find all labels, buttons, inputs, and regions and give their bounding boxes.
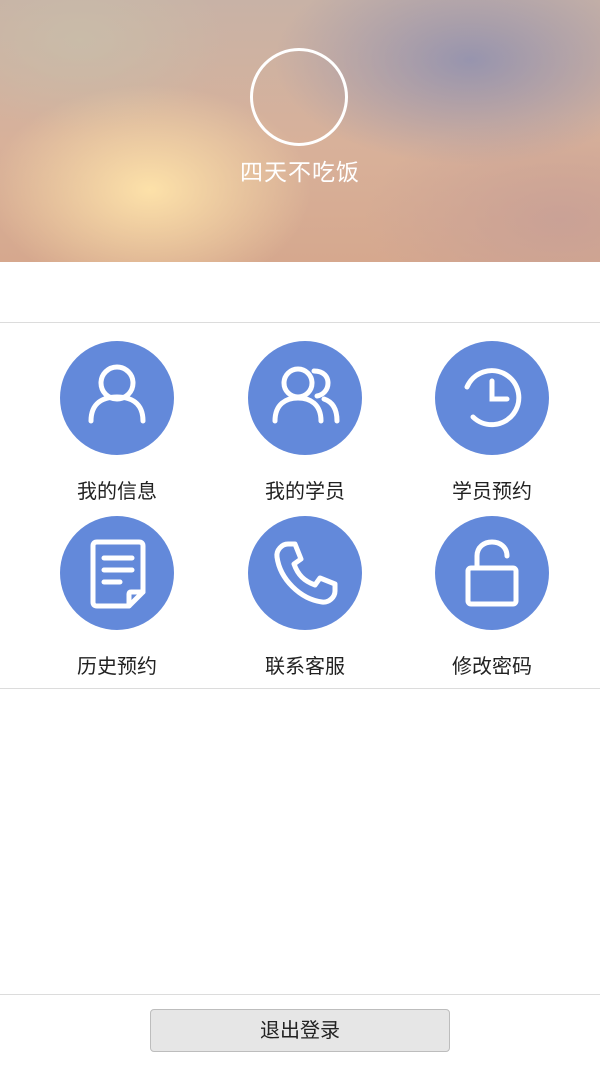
clock-icon (435, 341, 549, 455)
menu-item-student-booking[interactable]: 学员预约 (402, 341, 582, 511)
username: 四天不吃饭 (240, 160, 360, 186)
menu-item-contact-support[interactable]: 联系客服 (215, 516, 395, 686)
phone-icon (248, 516, 362, 630)
menu-item-my-info[interactable]: 我的信息 (27, 341, 207, 511)
profile-screen: 四天不吃饭 我的信息 我的学员 学员预约 历史预约 联系客服 修改密码 退出登录 (0, 0, 600, 1067)
divider-footer (0, 994, 600, 995)
menu-item-label: 我的信息 (77, 479, 157, 503)
user-icon (60, 341, 174, 455)
menu-item-label: 历史预约 (77, 654, 157, 678)
menu-item-label: 我的学员 (265, 479, 345, 503)
users-icon (248, 341, 362, 455)
menu-item-history-booking[interactable]: 历史预约 (27, 516, 207, 686)
menu-item-label: 联系客服 (265, 654, 345, 678)
document-icon (60, 516, 174, 630)
unlock-icon (435, 516, 549, 630)
logout-button[interactable]: 退出登录 (150, 1009, 450, 1052)
profile-header: 四天不吃饭 (0, 0, 600, 262)
avatar[interactable] (250, 48, 348, 146)
menu-item-label: 学员预约 (452, 479, 532, 503)
divider-top (0, 322, 600, 323)
menu-item-label: 修改密码 (452, 654, 532, 678)
menu-item-change-password[interactable]: 修改密码 (402, 516, 582, 686)
divider-grid-bottom (0, 688, 600, 689)
menu-item-my-students[interactable]: 我的学员 (215, 341, 395, 511)
